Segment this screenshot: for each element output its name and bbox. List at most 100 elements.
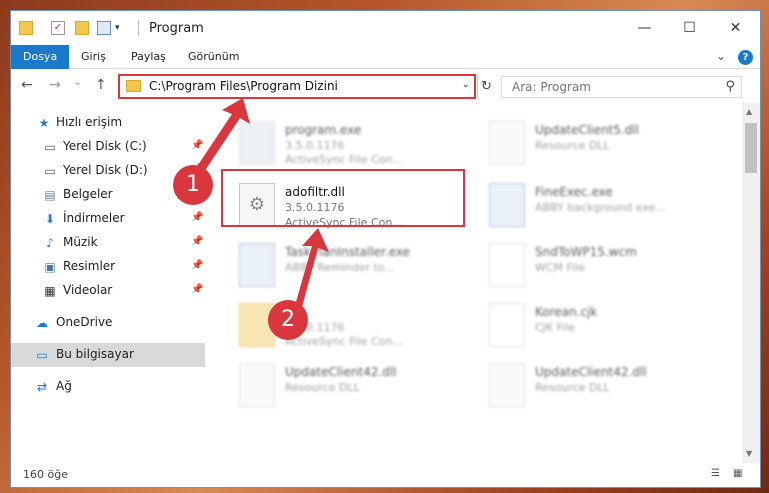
- sidebar-item-quick-access[interactable]: ★ Hızlı erişim: [11, 111, 205, 135]
- close-button[interactable]: ✕: [713, 11, 758, 45]
- file-item[interactable]: UpdateClient5.dll Resource DLL: [483, 117, 733, 173]
- sidebar-item-videos[interactable]: ▦ Videolar 📌: [11, 279, 205, 303]
- recent-locations-icon[interactable]: ⌄: [73, 75, 82, 88]
- large-icons-view-icon[interactable]: ▦: [733, 468, 747, 480]
- title-bar: ✓ ▾ Program — ☐ ✕: [11, 11, 760, 45]
- search-placeholder: Ara: Program: [512, 80, 591, 94]
- network-icon: ⇄: [36, 380, 48, 394]
- up-arrow-icon[interactable]: ↑: [95, 77, 107, 93]
- file-description: ABBY Reminder to...: [285, 261, 395, 274]
- star-icon: ★: [38, 116, 50, 130]
- details-view-icon[interactable]: ☰: [711, 468, 725, 480]
- vertical-scrollbar[interactable]: ▲ ▼: [742, 103, 760, 463]
- sidebar-item-onedrive[interactable]: ☁ OneDrive: [11, 311, 205, 335]
- highlight-box: [221, 169, 465, 227]
- ribbon-tabs: Dosya Giriş Paylaş Görünüm ⌄ ?: [11, 45, 760, 69]
- documents-icon: ▤: [44, 188, 56, 202]
- file-type: Resource DLL: [535, 381, 610, 394]
- file-item[interactable]: Korean.cjk CJK File: [483, 299, 733, 355]
- address-bar[interactable]: C:\Program Files\Program Dizini ⌄: [118, 74, 476, 99]
- drive-icon: ▭: [44, 164, 56, 178]
- videos-icon: ▦: [44, 284, 56, 298]
- scroll-up-icon[interactable]: ▲: [746, 107, 752, 116]
- sidebar-item-label: İndirmeler: [63, 211, 125, 225]
- file-name: SndToWP15.wcm: [535, 245, 637, 259]
- file-name: TaskmanInstaller.exe: [285, 245, 410, 259]
- chevron-down-icon[interactable]: ⌄: [462, 79, 470, 90]
- forward-arrow-icon[interactable]: →: [49, 77, 61, 93]
- file-icon: [489, 243, 525, 287]
- properties-icon[interactable]: ✓: [51, 21, 65, 35]
- help-icon[interactable]: ?: [738, 50, 753, 65]
- sidebar-item-label: OneDrive: [56, 315, 113, 329]
- file-item[interactable]: TaskmanInstaller.exe ABBY Reminder to...: [233, 239, 483, 295]
- file-name: UpdateClient5.dll: [535, 123, 639, 137]
- sidebar-item-local-disk-c[interactable]: ▭ Yerel Disk (C:) 📌: [11, 135, 205, 159]
- search-input[interactable]: Ara: Program ⚲: [501, 76, 742, 98]
- file-item[interactable]: UpdateClient42.dll Resource DLL: [483, 359, 733, 415]
- navigation-pane: ★ Hızlı erişim ▭ Yerel Disk (C:) 📌 ▭ Yer…: [11, 103, 205, 463]
- file-description: ActiveSync File Con...: [285, 153, 403, 166]
- file-version: 3.5.0.1176: [285, 139, 345, 152]
- tab-giris[interactable]: Giriş: [69, 45, 118, 69]
- pin-icon: 📌: [191, 260, 204, 271]
- search-icon: ⚲: [725, 79, 735, 94]
- sidebar-item-label: Hızlı erişim: [56, 115, 123, 129]
- exe-file-icon: [239, 121, 275, 165]
- computer-icon: ▭: [36, 348, 48, 362]
- minimize-button[interactable]: —: [622, 11, 667, 45]
- back-arrow-icon[interactable]: ←: [21, 77, 33, 93]
- new-folder-icon[interactable]: [75, 21, 89, 35]
- sidebar-item-downloads[interactable]: ⬇ İndirmeler 📌: [11, 207, 205, 231]
- file-description: ActiveSync File Con...: [285, 335, 403, 348]
- sidebar-item-network[interactable]: ⇄ Ağ: [11, 375, 205, 399]
- view-options-icon[interactable]: [97, 21, 111, 35]
- tab-dosya[interactable]: Dosya: [11, 45, 70, 69]
- file-item[interactable]: UpdateClient42.dll Resource DLL: [233, 359, 483, 415]
- window-title: Program: [149, 21, 204, 36]
- file-description: ABBY background exe...: [535, 201, 666, 214]
- file-item[interactable]: program.exe 3.5.0.1176 ActiveSync File C…: [233, 117, 483, 173]
- pictures-icon: ▣: [44, 260, 56, 274]
- file-name: FineExec.exe: [535, 185, 613, 199]
- tab-gorunum[interactable]: Görünüm: [176, 45, 251, 69]
- pin-icon: 📌: [191, 140, 204, 151]
- callout-number-2: 2: [268, 300, 308, 340]
- pin-icon: 📌: [191, 236, 204, 247]
- scroll-down-icon[interactable]: ▼: [746, 449, 752, 458]
- file-item[interactable]: FineExec.exe ABBY background exe...: [483, 179, 733, 235]
- status-bar: 160 öğe ☰ ▦: [11, 463, 760, 487]
- file-type: WCM File: [535, 261, 585, 274]
- sidebar-item-label: Bu bilgisayar: [56, 347, 134, 361]
- file-item[interactable]: SndToWP15.wcm WCM File: [483, 239, 733, 295]
- dll-file-icon: [489, 121, 525, 165]
- refresh-icon[interactable]: ↻: [477, 76, 495, 97]
- exe-file-icon: [239, 243, 275, 287]
- item-count: 160 öğe: [23, 468, 68, 481]
- music-icon: ♪: [46, 236, 54, 250]
- chevron-down-icon[interactable]: ⌄: [716, 49, 726, 63]
- sidebar-item-music[interactable]: ♪ Müzik 📌: [11, 231, 205, 255]
- cloud-icon: ☁: [36, 316, 48, 330]
- navigation-bar: ← → ⌄ ↑ C:\Program Files\Program Dizini …: [11, 69, 760, 103]
- pin-icon: 📌: [191, 212, 204, 223]
- file-type: CJK File: [535, 321, 576, 334]
- callout-number-1: 1: [173, 165, 213, 205]
- maximize-button[interactable]: ☐: [667, 11, 712, 45]
- file-type: Resource DLL: [535, 139, 610, 152]
- sidebar-item-label: Resimler: [63, 259, 116, 273]
- tab-paylas[interactable]: Paylaş: [119, 45, 178, 69]
- sidebar-item-label: Ağ: [56, 379, 72, 393]
- address-path: C:\Program Files\Program Dizini: [149, 79, 338, 93]
- sidebar-item-pictures[interactable]: ▣ Resimler 📌: [11, 255, 205, 279]
- sidebar-item-this-pc[interactable]: ▭ Bu bilgisayar: [11, 343, 205, 367]
- folder-icon: [126, 80, 141, 92]
- scrollbar-thumb[interactable]: [745, 123, 757, 173]
- file-explorer-window: ✓ ▾ Program — ☐ ✕ Dosya Giriş Paylaş Gör…: [10, 10, 761, 488]
- file-icon: [489, 303, 525, 347]
- sidebar-item-label: Belgeler: [63, 187, 113, 201]
- customize-toolbar-chevron-icon[interactable]: ▾: [115, 21, 129, 35]
- file-name: UpdateClient42.dll: [535, 365, 647, 379]
- title-separator: [138, 20, 139, 36]
- file-name: Korean.cjk: [535, 305, 598, 319]
